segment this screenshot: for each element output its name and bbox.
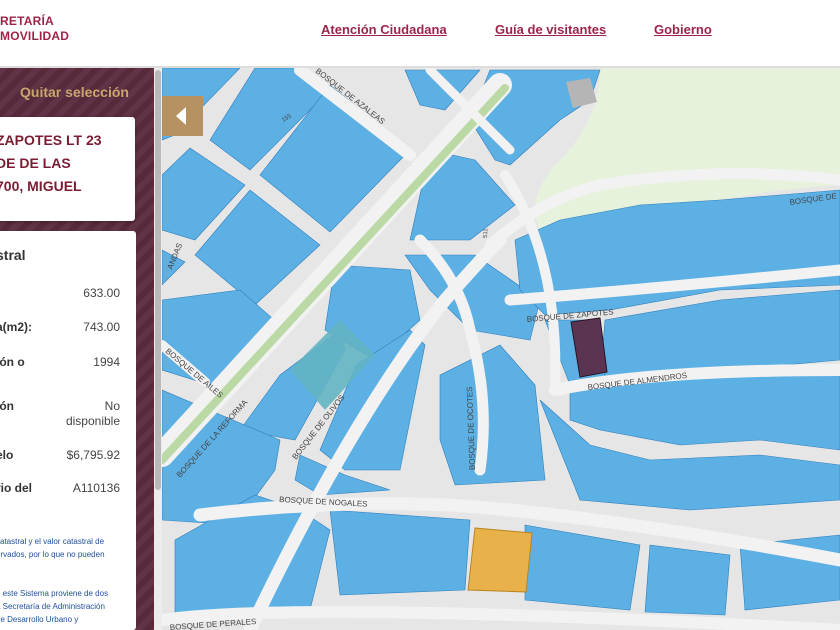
chevron-left-icon	[176, 107, 186, 125]
clear-selection-button[interactable]: Quitar selección	[20, 84, 129, 100]
logo[interactable]: RETARÍA MOVILIDAD	[0, 14, 69, 44]
row-value-7: A110136	[72, 481, 120, 495]
row-label-4: ión	[0, 399, 14, 413]
map-view[interactable]: BOSQUE DE AZALEAS BOSQUE DE ZAPOTES BOSQ…	[162, 68, 840, 630]
note-line-2: ervados, por lo que no pueden	[0, 550, 105, 559]
map-canvas[interactable]: BOSQUE DE AZALEAS BOSQUE DE ZAPOTES BOSQ…	[162, 68, 840, 630]
parcel-block	[644, 544, 731, 616]
site-header: RETARÍA MOVILIDAD Atención Ciudadana Guí…	[0, 0, 840, 68]
address-line-1: ZAPOTES LT 23	[0, 132, 102, 148]
note-line-1: catastral y el valor catastral de	[0, 537, 105, 546]
nav-link-gobierno[interactable]: Gobierno	[654, 22, 712, 37]
row-value-4: No	[104, 399, 120, 413]
row-label-7: rio del	[0, 481, 33, 495]
note-line-4: a Secretaría de Administración	[0, 602, 105, 611]
parcel-block	[329, 509, 471, 596]
row-value-2: 743.00	[83, 320, 120, 334]
address-card: ZAPOTES LT 23 DE DE LAS 700, MIGUEL	[0, 117, 135, 221]
logo-line-2: MOVILIDAD	[0, 29, 70, 43]
row-label-6: elo	[0, 448, 14, 462]
note-line-5: de Desarrollo Urbano y	[0, 615, 79, 624]
house-number: 511	[483, 228, 489, 238]
highlighted-parcel[interactable]	[467, 527, 533, 593]
collapse-sidebar-button[interactable]	[162, 96, 203, 136]
address-line-2: DE DE LAS	[0, 155, 71, 171]
section-title: stral	[0, 247, 26, 263]
row-value-6: $6,795.92	[66, 448, 120, 462]
row-value-1: 633.00	[83, 286, 120, 300]
nav-link-atencion-ciudadana[interactable]: Atención Ciudadana	[321, 22, 447, 37]
cadastral-info-card: stral 633.00 a(m2): 743.00 ión o 1994 ió…	[0, 231, 136, 630]
row-value-3: 1994	[93, 355, 120, 369]
row-value-4b: disponible	[65, 414, 120, 428]
nav-link-guia-visitantes[interactable]: Guía de visitantes	[495, 22, 606, 37]
row-label-2: a(m2):	[0, 320, 33, 334]
note-line-3: n este Sistema proviene de dos	[0, 589, 109, 598]
info-sidebar: Quitar selección ZAPOTES LT 23 DE DE LAS…	[0, 68, 154, 630]
address-line-3: 700, MIGUEL	[0, 178, 82, 194]
sidebar-scrollbar-thumb[interactable]	[155, 70, 161, 490]
logo-line-1: RETARÍA	[0, 14, 54, 28]
row-label-3: ión o	[0, 355, 25, 369]
